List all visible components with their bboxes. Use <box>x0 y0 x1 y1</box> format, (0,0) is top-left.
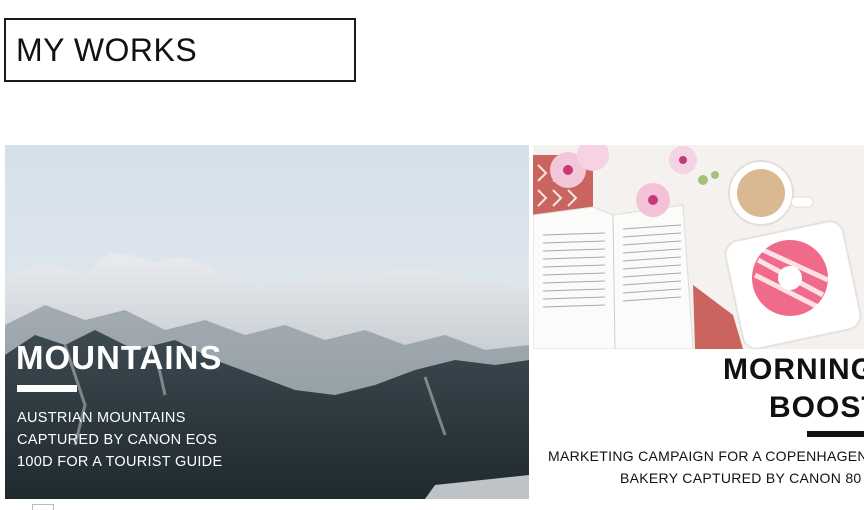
project-description: MARKETING CAMPAIGN FOR A COPENHAGEN BAKE… <box>548 448 864 486</box>
project-card-morning-boost[interactable]: MORNING BOOST MARKETING CAMPAIGN FOR A C… <box>533 145 864 508</box>
scroll-indicator[interactable] <box>32 504 54 510</box>
page-title: MY WORKS <box>4 18 356 82</box>
heading-underline <box>807 431 864 437</box>
project-description: AUSTRIAN MOUNTAINS CAPTURED BY CANON EOS… <box>17 410 223 470</box>
project-card-mountains[interactable]: MOUNTAINS AUSTRIAN MOUNTAINS CAPTURED BY… <box>5 145 529 499</box>
breakfast-flatlay-image <box>533 145 864 349</box>
heading-underline <box>17 385 77 392</box>
project-heading: MOUNTAINS <box>16 339 223 376</box>
project-heading: MORNING BOOST <box>723 353 864 424</box>
